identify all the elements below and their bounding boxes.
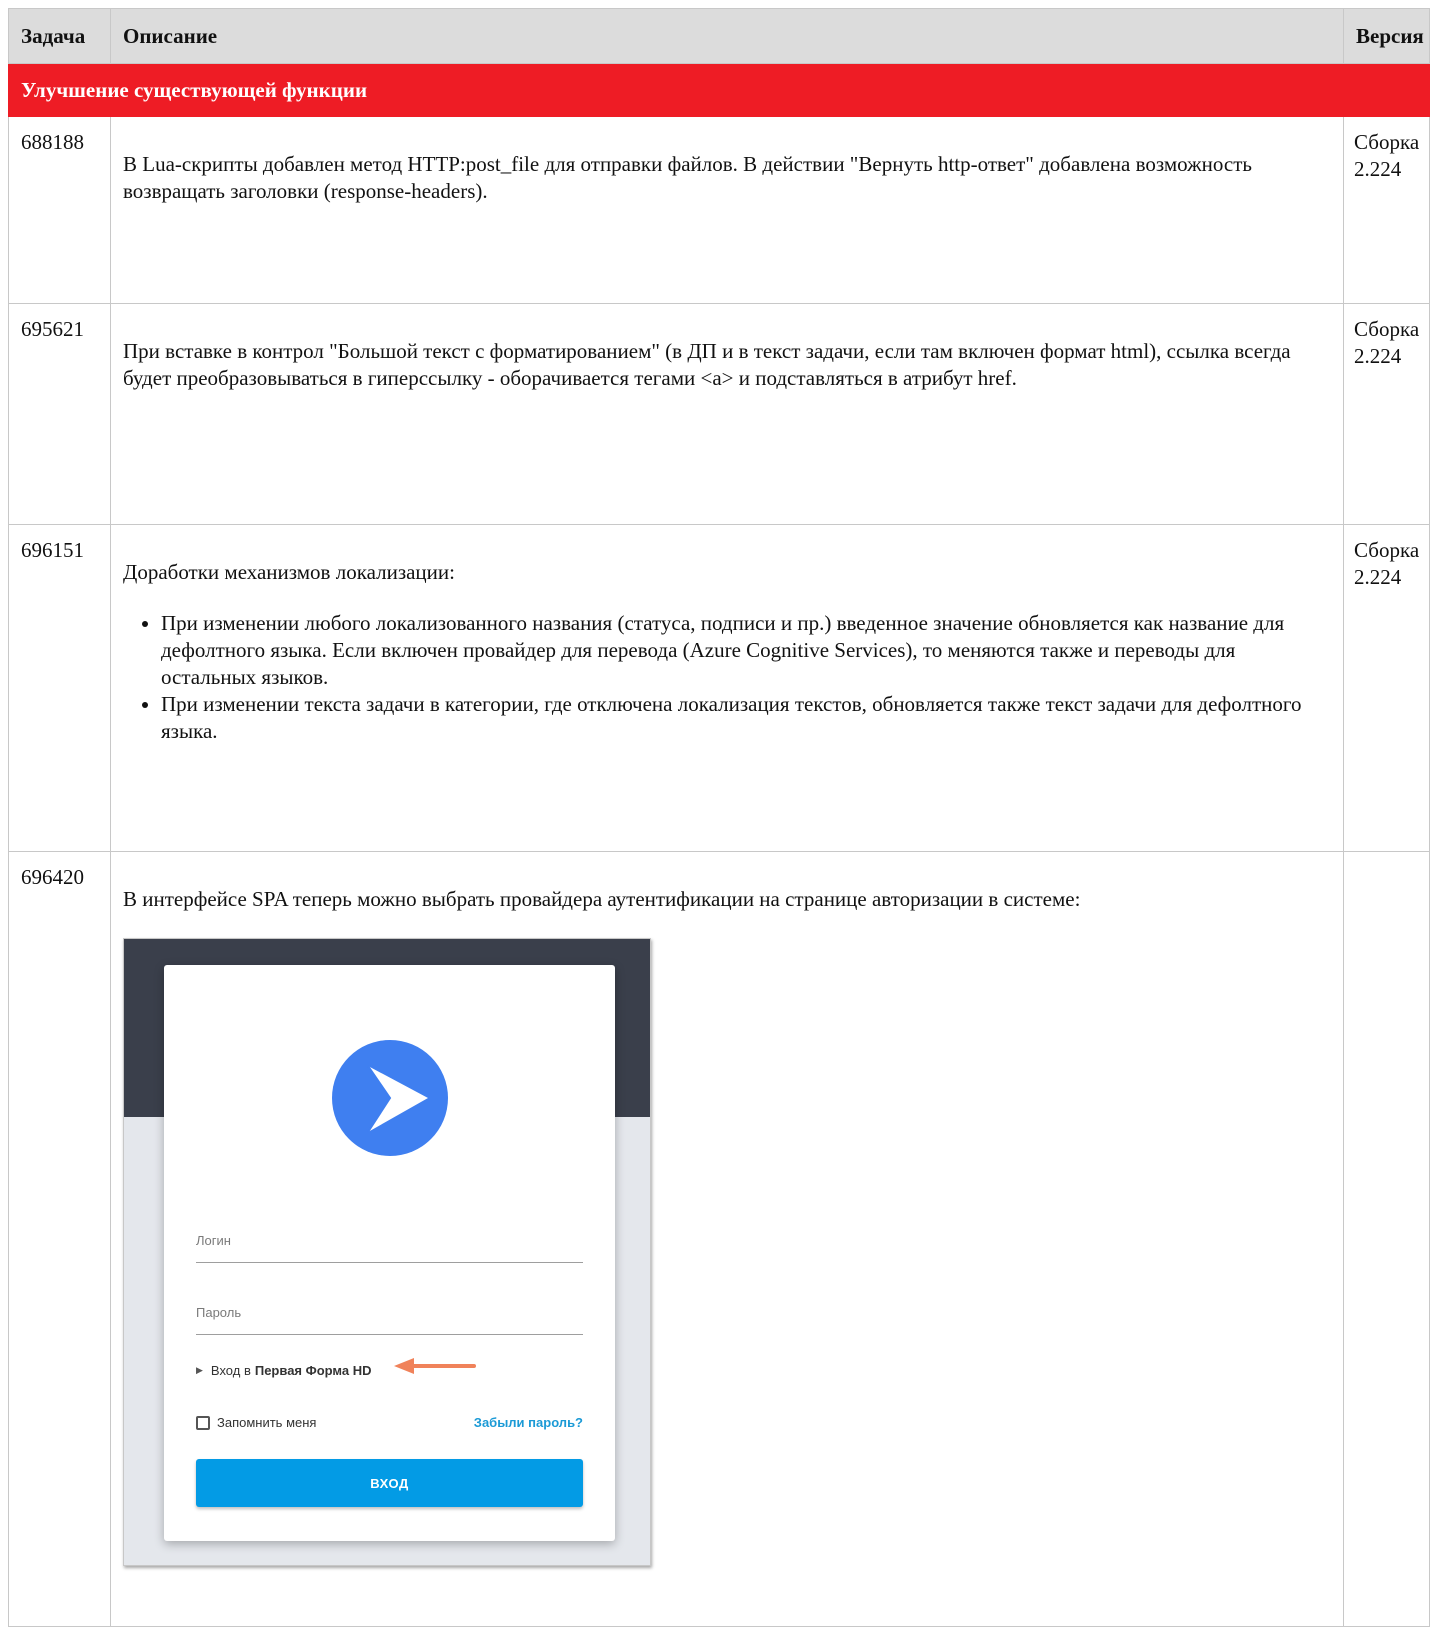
task-version: Сборка 2.224 <box>1343 524 1430 852</box>
table-row: 695621 При вставке в контрол "Большой те… <box>8 303 1430 525</box>
task-id: 696420 <box>8 851 111 1627</box>
section-row: Улучшение существующей функции <box>8 63 1430 117</box>
password-field[interactable]: Пароль <box>196 1299 583 1335</box>
login-field[interactable]: Логин <box>196 1227 583 1263</box>
table-row: 688188 В Lua-скрипты добавлен метод HTTP… <box>8 116 1430 304</box>
header-row: Задача Описание Версия <box>8 8 1430 64</box>
description-text: При вставке в контрол "Большой текст с ф… <box>123 339 1291 390</box>
bullet-list: При изменении любого локализованного наз… <box>123 610 1331 745</box>
task-id: 695621 <box>8 303 111 525</box>
login-button[interactable]: ВХОД <box>196 1459 583 1507</box>
task-version <box>1343 851 1430 1627</box>
task-description: В интерфейсе SPA теперь можно выбрать пр… <box>110 851 1344 1627</box>
login-card: Логин Пароль ▶ Вход в Первая Форма HD За… <box>164 965 615 1541</box>
table-row: 696151 Доработки механизмов локализации:… <box>8 524 1430 852</box>
remember-me[interactable]: Запомнить меня <box>196 1409 316 1436</box>
provider-selector[interactable]: ▶ Вход в Первая Форма HD <box>196 1357 372 1384</box>
description-text: В интерфейсе SPA теперь можно выбрать пр… <box>123 887 1081 911</box>
header-version: Версия <box>1343 8 1430 64</box>
list-item: При изменении текста задачи в категории,… <box>161 691 1331 745</box>
login-screenshot: Логин Пароль ▶ Вход в Первая Форма HD За… <box>123 938 651 1566</box>
task-id: 696151 <box>8 524 111 852</box>
table-row: 696420 В интерфейсе SPA теперь можно выб… <box>8 851 1430 1627</box>
section-title: Улучшение существующей функции <box>8 63 1430 117</box>
release-notes-table: Задача Описание Версия Улучшение существ… <box>8 8 1430 1627</box>
description-text: В Lua-скрипты добавлен метод HTTP:post_f… <box>123 152 1252 203</box>
checkbox-icon[interactable] <box>196 1415 210 1430</box>
caret-right-icon: ▶ <box>196 1365 203 1375</box>
left-arrow-icon <box>394 1358 476 1374</box>
task-version: Сборка 2.224 <box>1343 303 1430 525</box>
task-description: При вставке в контрол "Большой текст с ф… <box>110 303 1344 525</box>
provider-prefix: Вход в <box>210 1363 251 1378</box>
task-description: Доработки механизмов локализации: При из… <box>110 524 1344 852</box>
task-version: Сборка 2.224 <box>1343 116 1430 304</box>
remember-label: Запомнить меня <box>217 1415 317 1430</box>
list-item: При изменении любого локализованного наз… <box>161 610 1331 691</box>
task-id: 688188 <box>8 116 111 304</box>
play-triangle-logo-icon <box>332 1040 448 1156</box>
header-task: Задача <box>8 8 111 64</box>
description-text: Доработки механизмов локализации: <box>123 560 455 584</box>
task-description: В Lua-скрипты добавлен метод HTTP:post_f… <box>110 116 1344 304</box>
header-description: Описание <box>110 8 1344 64</box>
forgot-password-link[interactable]: Забыли пароль? <box>474 1409 583 1436</box>
provider-name: Первая Форма HD <box>254 1363 372 1378</box>
